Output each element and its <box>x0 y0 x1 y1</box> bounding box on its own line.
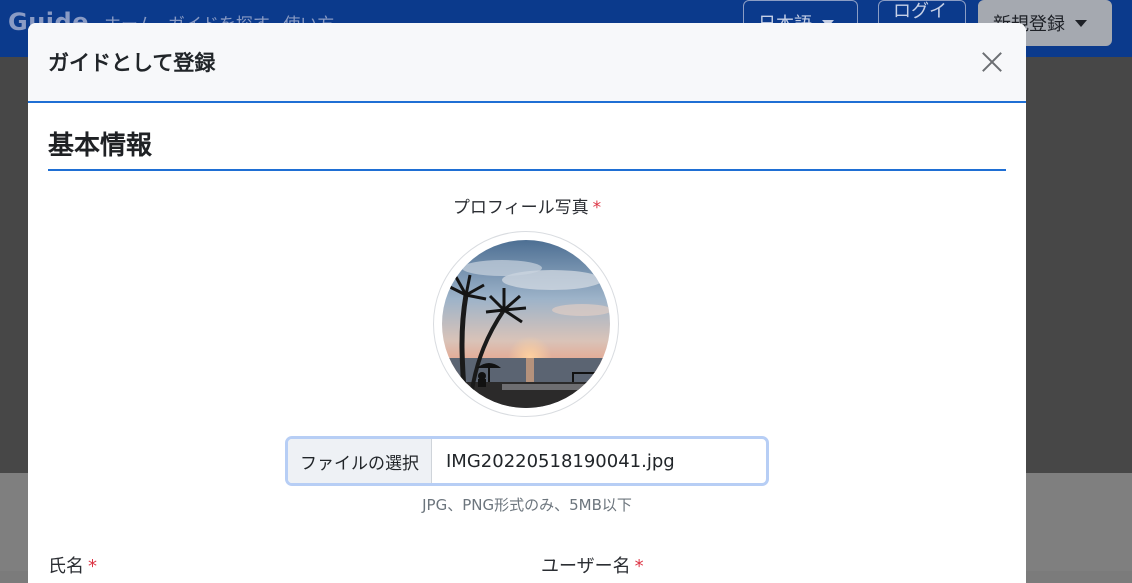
profile-photo-preview <box>433 231 619 417</box>
full-name-label-text: 氏名 <box>48 556 84 577</box>
caret-down-icon <box>1075 19 1087 27</box>
required-mark: * <box>88 556 97 577</box>
profile-photo-label-text: プロフィール写真 <box>452 198 589 218</box>
selected-file-name: IMG20220518190041.jpg <box>446 450 675 472</box>
section-title: 基本情報 <box>48 103 1006 171</box>
modal-title: ガイドとして登録 <box>48 51 216 75</box>
required-mark: * <box>592 198 602 218</box>
profile-photo-label: プロフィール写真 * <box>28 193 1026 218</box>
profile-photo-file-input[interactable]: ファイルの選択 IMG20220518190041.jpg <box>285 436 769 486</box>
register-guide-modal: ガイドとして登録 基本情報 プロフィール写真 * ファイルの選択 IMG2022… <box>28 23 1026 583</box>
username-label-text: ユーザー名 <box>541 556 631 577</box>
full-name-label: 氏名 * <box>48 552 97 578</box>
modal-header: ガイドとして登録 <box>28 23 1026 103</box>
close-icon[interactable] <box>976 47 1006 77</box>
file-format-hint: JPG、PNG形式のみ、5MB以下 <box>422 496 632 514</box>
required-mark: * <box>634 556 644 577</box>
choose-file-button[interactable]: ファイルの選択 <box>288 439 432 483</box>
username-label: ユーザー名 * <box>541 552 644 578</box>
profile-photo-image <box>442 240 610 408</box>
